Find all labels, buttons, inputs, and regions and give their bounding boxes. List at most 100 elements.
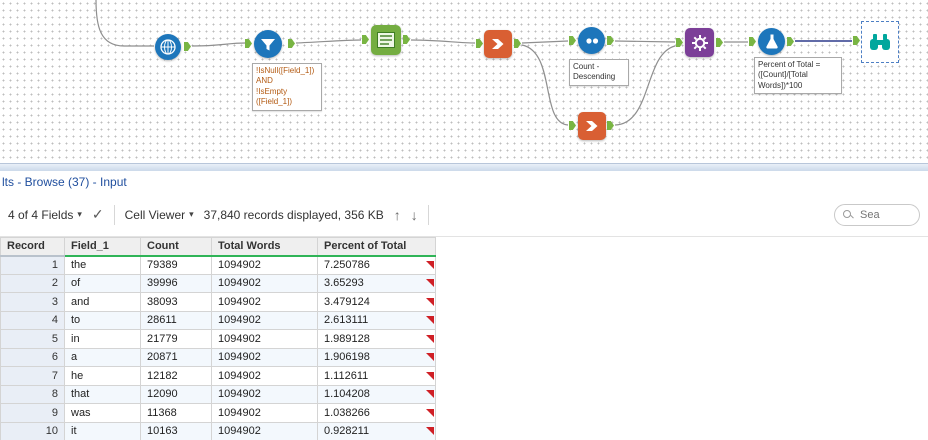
data-cell[interactable]: 1094902	[211, 421, 318, 440]
filter-tool[interactable]	[254, 30, 282, 58]
record-number-cell[interactable]: 7	[0, 366, 65, 386]
data-cell[interactable]: 38093	[140, 292, 212, 312]
fields-dropdown[interactable]: 4 of 4 Fields ▾	[8, 208, 82, 222]
truncation-flag-icon	[426, 427, 434, 436]
record-number-cell[interactable]: 10	[0, 421, 65, 440]
chevron-down-icon: ▾	[77, 209, 82, 219]
data-cell[interactable]: in	[64, 329, 141, 349]
record-number-cell[interactable]: 1	[0, 255, 65, 275]
table-row[interactable]: 5 in 21779 1094902 1.989128	[0, 329, 436, 349]
data-cell[interactable]: 28611	[140, 310, 212, 330]
data-cell[interactable]: 1.989128	[317, 329, 436, 349]
column-header-percent-of-total[interactable]: Percent of Total	[317, 237, 436, 257]
text-lines-icon	[377, 32, 395, 48]
filter-annotation[interactable]: !IsNull([Field_1]) AND !IsEmpty ([Field_…	[252, 63, 322, 111]
data-cell[interactable]: 20871	[140, 347, 212, 367]
column-header-record[interactable]: Record	[0, 237, 65, 257]
record-number-cell[interactable]: 9	[0, 403, 65, 423]
data-cell[interactable]: 1094902	[211, 292, 318, 312]
data-cell[interactable]: 21779	[140, 329, 212, 349]
data-cell[interactable]: 1094902	[211, 310, 318, 330]
data-cell[interactable]: 0.928211	[317, 421, 436, 440]
data-cell[interactable]: 1.906198	[317, 347, 436, 367]
data-cell[interactable]: a	[64, 347, 141, 367]
summarize-tool-1[interactable]	[484, 30, 512, 58]
data-cell[interactable]: it	[64, 421, 141, 440]
sort-tool[interactable]	[578, 27, 605, 54]
data-cell[interactable]: he	[64, 366, 141, 386]
data-cell[interactable]: 3.65293	[317, 273, 436, 293]
workflow-canvas[interactable]: !IsNull([Field_1]) AND !IsEmpty ([Field_…	[0, 0, 928, 163]
table-row[interactable]: 7 he 12182 1094902 1.112611	[0, 366, 436, 386]
cell-viewer-dropdown[interactable]: Cell Viewer ▾	[125, 208, 194, 222]
browse-tool[interactable]	[861, 21, 899, 63]
table-row[interactable]: 1 the 79389 1094902 7.250786	[0, 255, 436, 275]
record-number-cell[interactable]: 3	[0, 292, 65, 312]
records-info: 37,840 records displayed, 356 KB	[203, 207, 384, 222]
data-cell[interactable]: and	[64, 292, 141, 312]
data-cell[interactable]: 12182	[140, 366, 212, 386]
table-row[interactable]: 2 of 39996 1094902 3.65293	[0, 273, 436, 293]
table-header-row: Record Field_1 Count Total Words Percent of …	[0, 237, 436, 257]
globe-grid-icon	[160, 39, 176, 55]
data-cell[interactable]: of	[64, 273, 141, 293]
up-arrow-button[interactable]: ↑	[394, 207, 401, 223]
truncation-flag-icon	[426, 279, 434, 288]
record-number-cell[interactable]: 6	[0, 347, 65, 367]
data-cell[interactable]: 1094902	[211, 366, 318, 386]
data-cell[interactable]: the	[64, 255, 141, 275]
table-row[interactable]: 3 and 38093 1094902 3.479124	[0, 292, 436, 312]
record-number-cell[interactable]: 8	[0, 384, 65, 404]
data-cell[interactable]: 1.104208	[317, 384, 436, 404]
record-number-cell[interactable]: 4	[0, 310, 65, 330]
data-cell[interactable]: 1094902	[211, 347, 318, 367]
results-table: Record Field_1 Count Total Words Percent of …	[0, 237, 436, 440]
data-cell[interactable]: that	[64, 384, 141, 404]
data-cell[interactable]: 79389	[140, 255, 212, 275]
table-row[interactable]: 6 a 20871 1094902 1.906198	[0, 347, 436, 367]
column-header-field-1[interactable]: Field_1	[64, 237, 141, 257]
table-row[interactable]: 10 it 10163 1094902 0.928211	[0, 421, 436, 440]
data-cell[interactable]: was	[64, 403, 141, 423]
formula-annotation[interactable]: Percent of Total = ([Count]/[Total Words…	[754, 57, 842, 95]
table-row[interactable]: 8 that 12090 1094902 1.104208	[0, 384, 436, 404]
summarize-arrow-icon	[492, 39, 504, 49]
data-cell[interactable]: 39996	[140, 273, 212, 293]
data-cell[interactable]: 10163	[140, 421, 212, 440]
data-cell[interactable]: 1094902	[211, 384, 318, 404]
results-table-area: Record Field_1 Count Total Words Percent of …	[0, 237, 928, 440]
macro-gear-tool[interactable]	[685, 28, 714, 57]
formula-tool[interactable]	[758, 28, 785, 55]
data-cell[interactable]: 11368	[140, 403, 212, 423]
data-cell[interactable]: 7.250786	[317, 255, 436, 275]
results-toolbar: 4 of 4 Fields ▾ ✓ Cell Viewer ▾ 37,840 r…	[0, 193, 928, 237]
text-tool[interactable]	[371, 25, 401, 55]
table-body: 1 the 79389 1094902 7.250786 2 of 39996 1094902 3…	[0, 255, 436, 440]
data-cell[interactable]: 2.613111	[317, 310, 436, 330]
data-cell[interactable]: 3.479124	[317, 292, 436, 312]
data-cell[interactable]: 1094902	[211, 255, 318, 275]
data-cell[interactable]: 1094902	[211, 403, 318, 423]
record-number-cell[interactable]: 2	[0, 273, 65, 293]
data-cell[interactable]: 1094902	[211, 329, 318, 349]
record-number-cell[interactable]: 5	[0, 329, 65, 349]
search-box[interactable]	[834, 203, 920, 226]
truncation-flag-icon	[426, 297, 434, 306]
table-row[interactable]: 4 to 28611 1094902 2.613111	[0, 310, 436, 330]
data-cell[interactable]: 12090	[140, 384, 212, 404]
input-data-tool[interactable]	[155, 34, 181, 60]
data-cell[interactable]: 1094902	[211, 273, 318, 293]
summarize-tool-2[interactable]	[578, 112, 606, 140]
column-header-total-words[interactable]: Total Words	[211, 237, 318, 257]
funnel-icon	[261, 38, 275, 50]
data-cell[interactable]: to	[64, 310, 141, 330]
sort-annotation[interactable]: Count - Descending	[569, 59, 629, 86]
search-input[interactable]	[858, 207, 914, 222]
truncation-flag-icon	[426, 353, 434, 362]
data-cell[interactable]: 1.112611	[317, 366, 436, 386]
panel-splitter[interactable]	[0, 163, 928, 171]
table-row[interactable]: 9 was 11368 1094902 1.038266	[0, 403, 436, 423]
data-cell[interactable]: 1.038266	[317, 403, 436, 423]
down-arrow-button[interactable]: ↓	[411, 207, 418, 223]
column-header-count[interactable]: Count	[140, 237, 212, 257]
